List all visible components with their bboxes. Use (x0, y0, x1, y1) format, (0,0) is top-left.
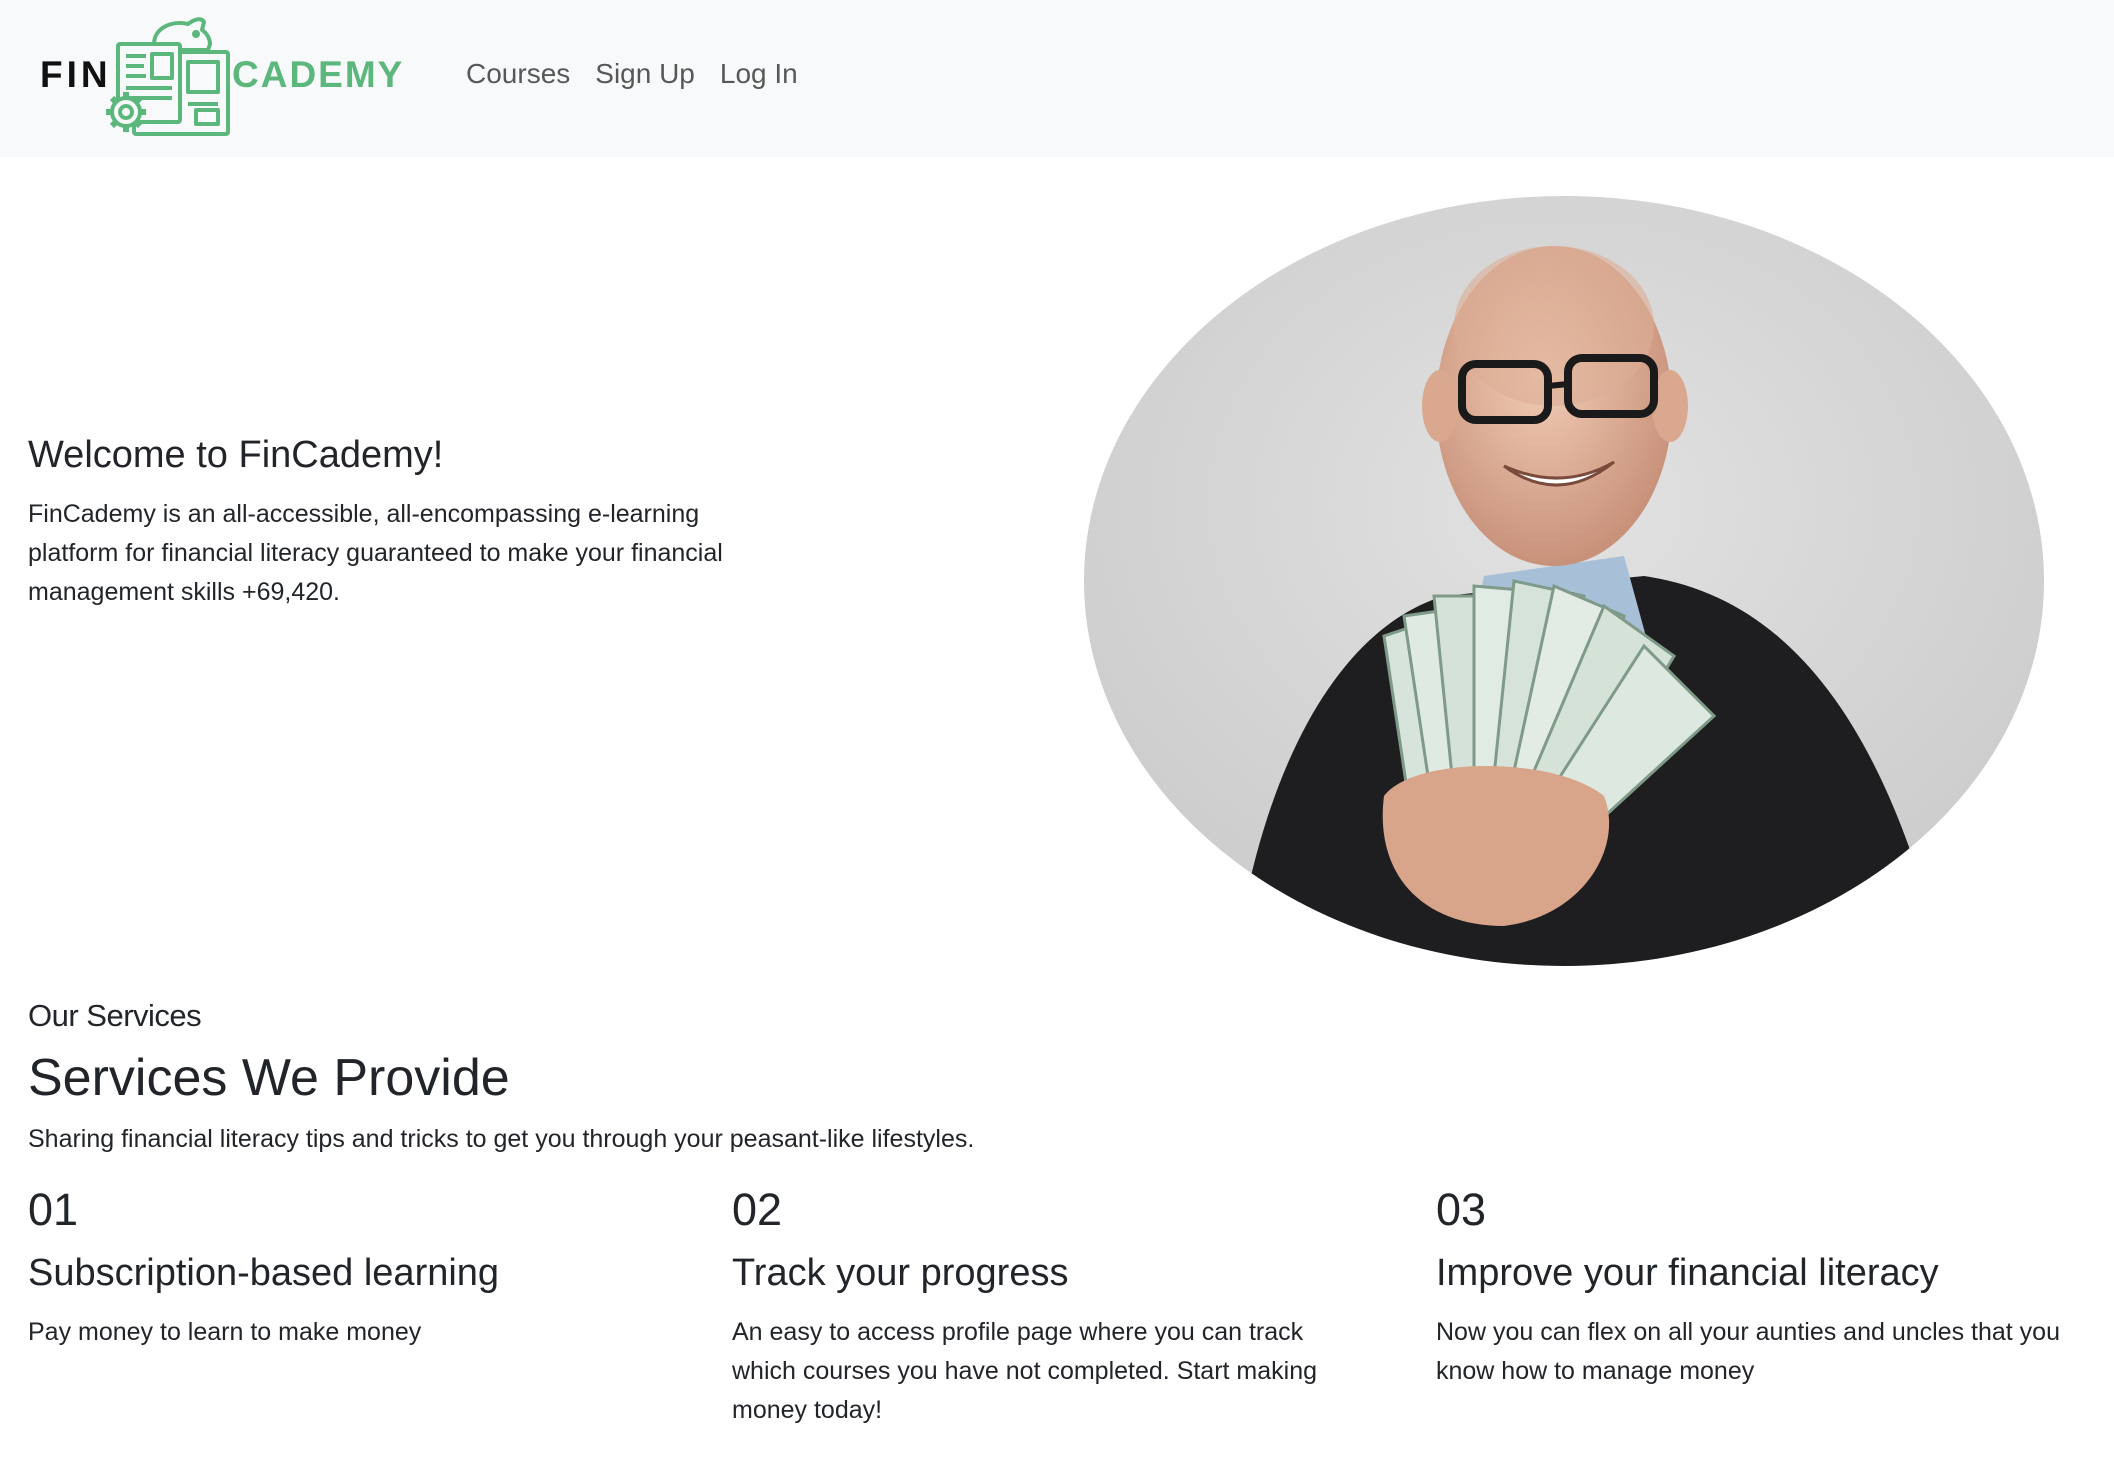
service-title: Track your progress (732, 1252, 1069, 1294)
hero-description: FinCademy is an all-accessible, all-enco… (28, 500, 723, 606)
hero-image (1084, 196, 2044, 966)
brand-logo-link[interactable]: FIN CADEMY (40, 14, 402, 138)
service-card-3: 03 Improve your financial literacy Now y… (1436, 1184, 2076, 1391)
piggy-bank-document-gear-icon (106, 17, 230, 136)
brand-text-fin: FIN (40, 54, 112, 95)
nav-link-log-in[interactable]: Log In (720, 58, 798, 90)
service-title: Improve your financial literacy (1436, 1252, 1939, 1294)
service-description: Pay money to learn to make money (28, 1318, 422, 1346)
service-description: An easy to access profile page where you… (732, 1318, 1318, 1424)
hero-title: Welcome to FinCademy! (28, 434, 444, 476)
service-number: 02 (732, 1184, 783, 1235)
service-title: Subscription-based learning (28, 1252, 500, 1294)
service-card-2: 02 Track your progress An easy to access… (732, 1184, 1372, 1430)
service-description: Now you can flex on all your aunties and… (1436, 1318, 2060, 1385)
man-holding-cash-photo (1084, 196, 2044, 966)
services-eyebrow: Our Services (28, 998, 202, 1033)
nav-links: Courses Sign Up Log In (466, 58, 798, 90)
nav-link-courses[interactable]: Courses (466, 58, 570, 90)
service-number: 03 (1436, 1184, 1487, 1235)
navbar: FIN CADEMY Courses Sign Up Log In (0, 0, 2114, 157)
brand-text-cademy: CADEMY (232, 54, 405, 95)
service-number: 01 (28, 1184, 79, 1235)
nav-link-sign-up[interactable]: Sign Up (595, 58, 695, 90)
services-description: Sharing financial literacy tips and tric… (28, 1125, 975, 1153)
service-card-1: 01 Subscription-based learning Pay money… (28, 1184, 668, 1352)
hero-section: Welcome to FinCademy! FinCademy is an al… (28, 434, 788, 612)
services-title: Services We Provide (28, 1049, 510, 1107)
